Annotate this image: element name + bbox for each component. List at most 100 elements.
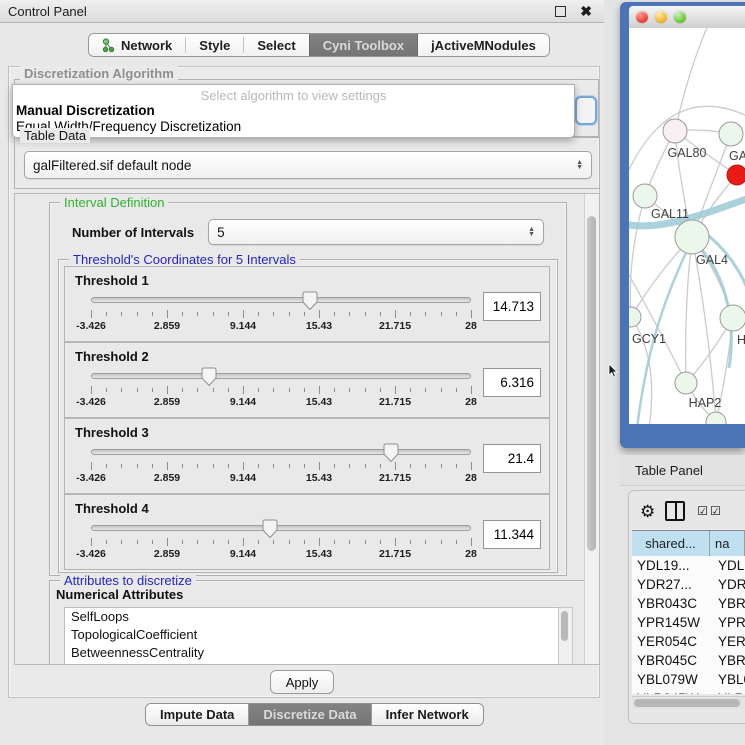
control-panel-titlebar: Control Panel ✖ (0, 0, 604, 23)
node-label-gal4: GAL4 (696, 253, 728, 267)
interval-group-title: Interval Definition (60, 195, 168, 210)
tab-network[interactable]: Network (89, 34, 185, 56)
list-item[interactable]: SelfLoops (65, 608, 559, 626)
slider-tick-labels: -3.4262.8599.14415.4321.71528 (91, 396, 471, 408)
control-panel: Control Panel ✖ Network Style Select Cyn… (0, 0, 604, 745)
attributes-scrollbar[interactable] (558, 607, 573, 665)
tab-cyni-toolbox[interactable]: Cyni Toolbox (309, 34, 418, 56)
table-horizontal-scrollbar[interactable] (632, 696, 745, 709)
apply-button[interactable]: Apply (270, 670, 334, 694)
table-header-row: shared... na (632, 530, 745, 557)
tab-style[interactable]: Style (186, 34, 243, 56)
checkbox-icon[interactable]: ☑ (710, 505, 721, 517)
threshold-4-value-field[interactable] (483, 520, 541, 549)
zoom-traffic-light-icon[interactable] (674, 11, 686, 23)
node-gcy1[interactable] (629, 307, 641, 327)
tab-infer-network[interactable]: Infer Network (371, 704, 483, 725)
node-hap2[interactable] (675, 372, 697, 394)
tab-select[interactable]: Select (244, 34, 308, 56)
table-panel-title: Table Panel (620, 463, 703, 478)
checkbox-icon[interactable]: ☑ (697, 505, 708, 517)
columns-icon[interactable] (665, 501, 685, 521)
scrollbar-thumb[interactable] (587, 216, 596, 551)
table-row[interactable]: YBR043CYBR0 (632, 594, 745, 613)
table-row[interactable]: YDR27...YDR2 (632, 575, 745, 594)
scrollbar-thumb[interactable] (634, 699, 740, 707)
algorithm-combobox[interactable] (575, 96, 597, 125)
close-icon[interactable]: ✖ (580, 4, 592, 18)
slider-tick-labels: -3.4262.8599.14415.4321.71528 (91, 472, 471, 484)
node-label-h: H (737, 333, 745, 347)
dropdown-option-equal-width[interactable]: Equal Width/Frequency Discretization (13, 119, 574, 135)
slider-thumb[interactable] (383, 443, 399, 463)
gear-icon[interactable]: ⚙ (640, 503, 655, 520)
threshold-4-slider[interactable]: -3.4262.8599.14415.4321.71528 (91, 518, 471, 560)
node-label-gal80: GAL80 (668, 146, 707, 160)
spinner-arrows-icon: ▲▼ (528, 227, 535, 237)
network-icon (102, 38, 115, 53)
threshold-3-value-field[interactable] (483, 444, 541, 473)
node-red[interactable] (727, 165, 745, 185)
table-panel-titlebar: Table Panel (620, 455, 745, 486)
table-row[interactable]: YLR345WYLR3 (632, 689, 745, 694)
list-item[interactable]: BetweennessCentrality (65, 644, 559, 662)
slider-thumb[interactable] (302, 291, 318, 311)
node-gal80[interactable] (663, 119, 687, 143)
list-item[interactable]: TopologicalCoefficient (65, 626, 559, 644)
column-header-name[interactable]: na (710, 531, 745, 556)
table-body: YDL19...YDL1YDR27...YDR2YBR043CYBR0YPR14… (632, 556, 745, 694)
node-partial-right[interactable] (719, 122, 743, 146)
threshold-3-panel: Threshold 3 -3.4262.8599.14415.4321.7152… (64, 418, 550, 494)
settings-scrollbar[interactable] (584, 194, 599, 664)
slider-thumb[interactable] (262, 519, 278, 539)
numerical-attributes-list: SelfLoopsTopologicalCoefficientBetweenne… (64, 607, 560, 665)
algorithm-group-title: Discretization Algorithm (20, 66, 178, 81)
slider-track[interactable] (91, 373, 471, 379)
threshold-1-slider[interactable]: -3.4262.8599.14415.4321.71528 (91, 290, 471, 332)
table-data-group-title: Table Data (20, 128, 90, 143)
node-label-gcy1: GCY1 (632, 332, 666, 346)
node-gal11[interactable] (633, 184, 657, 208)
slider-thumb[interactable] (201, 367, 217, 387)
slider-track[interactable] (91, 525, 471, 531)
number-of-intervals-row: Number of Intervals 5 ▲▼ (72, 219, 544, 245)
tab-impute-data[interactable]: Impute Data (146, 704, 248, 725)
number-of-intervals-spinner[interactable]: 5 ▲▼ (208, 219, 544, 245)
threshold-2-value-field[interactable] (483, 368, 541, 397)
slider-ticks (91, 462, 471, 471)
slider-track[interactable] (91, 297, 471, 303)
threshold-2-slider[interactable]: -3.4262.8599.14415.4321.71528 (91, 366, 471, 408)
table-toolbar: ⚙ ☑ ☑ (640, 498, 745, 524)
table-data-combobox[interactable]: galFiltered.sif default node ▲▼ (24, 151, 592, 179)
number-of-intervals-label: Number of Intervals (72, 225, 194, 240)
tab-discretize-data[interactable]: Discretize Data (248, 704, 370, 725)
attributes-group-title: Attributes to discretize (60, 573, 196, 588)
network-canvas[interactable]: GAL80 GA GAL11 GAL4 GCY1 H HAP2 (629, 28, 745, 424)
table-row[interactable]: YBR045CYBR0 (632, 651, 745, 670)
attributes-group: Attributes to discretize Numerical Attri… (49, 580, 600, 665)
close-traffic-light-icon[interactable] (636, 11, 648, 23)
node-partial-bottom[interactable] (706, 412, 726, 424)
node-gal4[interactable] (675, 220, 709, 254)
slider-track[interactable] (91, 449, 471, 455)
settings-scrollpane: Interval Definition Number of Intervals … (14, 193, 600, 665)
table-row[interactable]: YPR145WYPR1 (632, 613, 745, 632)
node-label-partial: GA (729, 149, 745, 163)
threshold-3-slider[interactable]: -3.4262.8599.14415.4321.71528 (91, 442, 471, 484)
threshold-label: Threshold 2 (65, 343, 549, 364)
float-window-icon[interactable] (555, 6, 566, 17)
minimize-traffic-light-icon[interactable] (655, 11, 667, 23)
tab-jactivemnodules[interactable]: jActiveMNodules (418, 34, 549, 56)
table-row[interactable]: YBL079WYBL0 (632, 670, 745, 689)
network-window-titlebar[interactable] (629, 6, 745, 28)
thresholds-group: Threshold's Coordinates for 5 Intervals … (58, 259, 558, 573)
table-row[interactable]: YER054CYER0 (632, 632, 745, 651)
node-h[interactable] (720, 305, 745, 331)
threshold-1-value-field[interactable] (483, 292, 541, 321)
table-row[interactable]: YDL19...YDL1 (632, 556, 745, 575)
dropdown-option-manual[interactable]: Manual Discretization (13, 103, 574, 119)
threshold-label: Threshold 4 (65, 495, 549, 516)
column-header-shared-name[interactable]: shared... (632, 531, 710, 556)
threshold-label: Threshold 1 (65, 267, 549, 288)
slider-ticks (91, 538, 471, 547)
